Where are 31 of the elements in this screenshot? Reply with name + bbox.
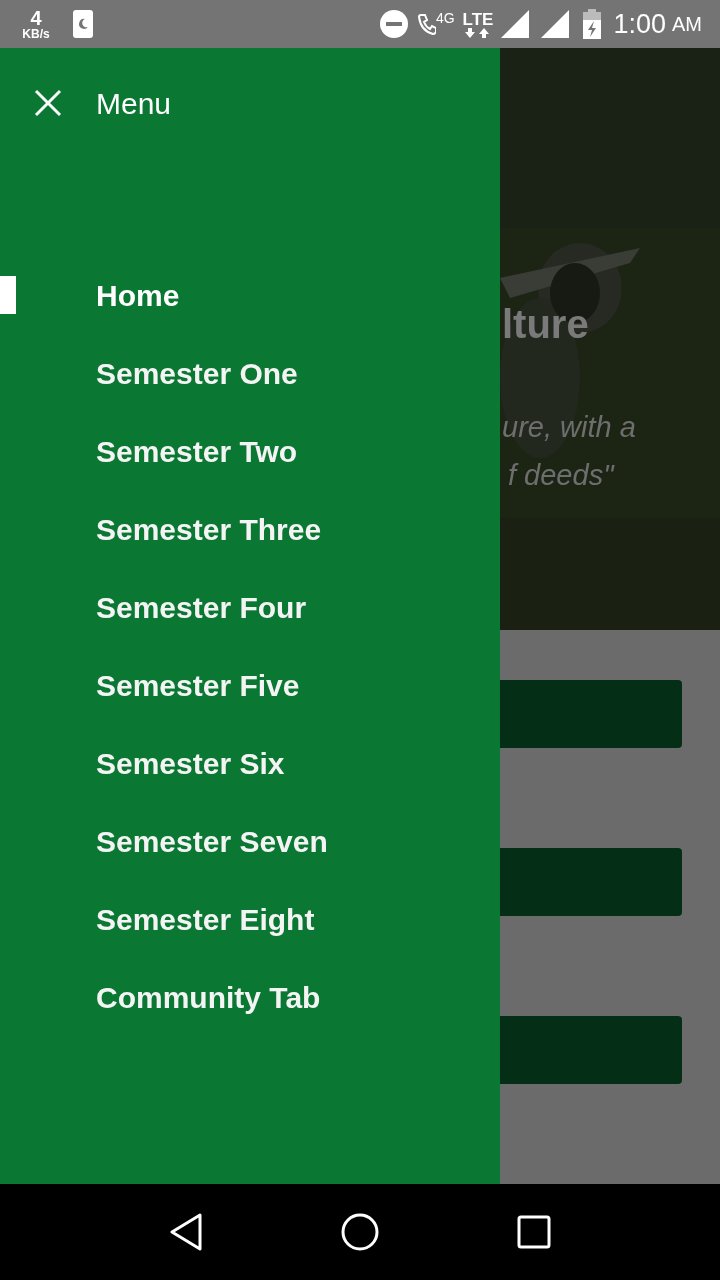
menu-item[interactable]: Semester Six bbox=[96, 740, 285, 786]
do-not-disturb-icon bbox=[379, 10, 408, 38]
menu-item[interactable]: Semester One bbox=[96, 350, 298, 396]
menu-item[interactable]: Semester Three bbox=[96, 506, 322, 552]
menu-item[interactable]: Semester Four bbox=[96, 584, 307, 630]
menu-item[interactable]: Semester Five bbox=[96, 662, 300, 708]
network-type-label: 4G bbox=[435, 9, 455, 28]
hero-quote: ure, with a bbox=[502, 410, 636, 445]
close-icon[interactable] bbox=[34, 89, 62, 117]
menu-item[interactable]: Semester Two bbox=[96, 428, 298, 474]
menu-item[interactable]: Home bbox=[96, 272, 180, 318]
phone-call-icon bbox=[417, 13, 436, 35]
home-icon[interactable] bbox=[341, 1213, 379, 1251]
data-arrows-icon bbox=[465, 27, 491, 38]
clock-meridiem: AM bbox=[672, 12, 702, 37]
speed-value: 4 bbox=[30, 8, 42, 28]
signal-icon bbox=[541, 10, 570, 38]
menu-item[interactable]: Semester Seven bbox=[96, 818, 328, 864]
menu-item[interactable]: Community Tab bbox=[96, 974, 321, 1020]
menu-item[interactable]: Semester Eight bbox=[96, 896, 315, 942]
drawer-title: Menu bbox=[96, 85, 172, 122]
back-icon[interactable] bbox=[169, 1213, 203, 1251]
signal-icon bbox=[501, 10, 530, 38]
hero-heading: lture bbox=[502, 301, 589, 348]
clock-time: 1:00 bbox=[613, 7, 666, 41]
hero-quote: f deeds" bbox=[508, 458, 614, 493]
lte-label: LTE bbox=[462, 10, 494, 28]
speed-unit: KB/s bbox=[22, 28, 50, 40]
phone-icon bbox=[73, 10, 93, 38]
battery-charging-icon bbox=[583, 9, 602, 39]
recent-apps-icon[interactable] bbox=[517, 1215, 551, 1249]
